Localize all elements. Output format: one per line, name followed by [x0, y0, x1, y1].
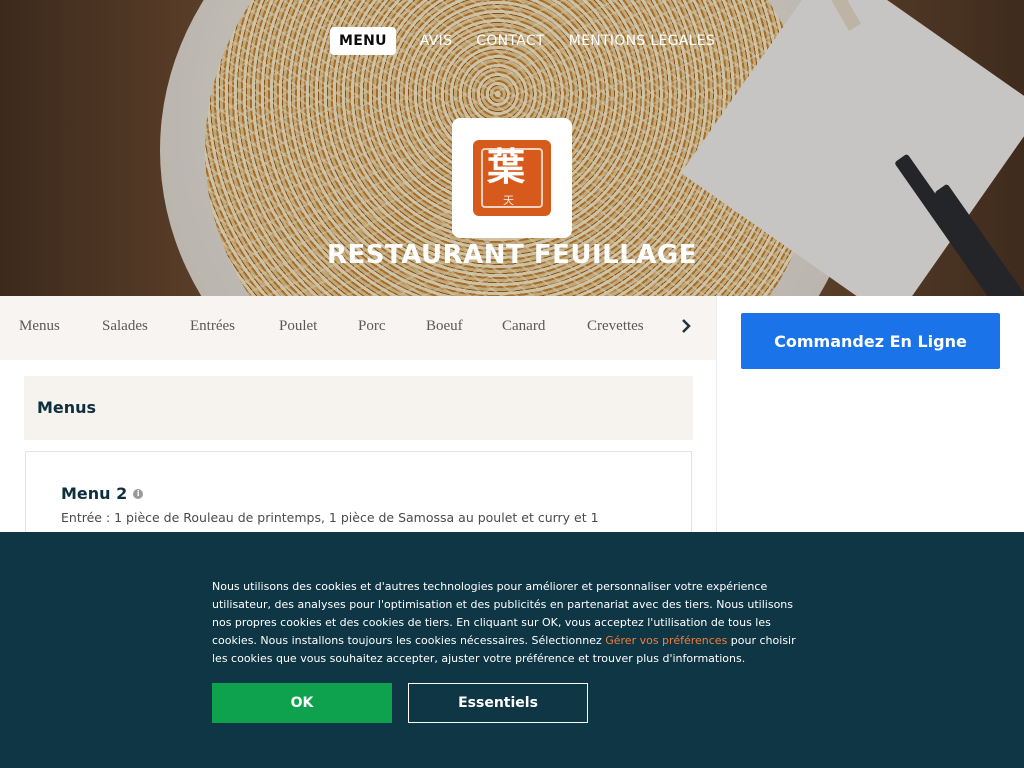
category-entrees[interactable]: Entrées: [190, 318, 235, 335]
section-header: Menus: [24, 376, 693, 440]
menu-item-title: Menu 2 i: [61, 484, 144, 503]
category-boeuf[interactable]: Boeuf: [426, 318, 463, 335]
section-title: Menus: [37, 398, 97, 417]
category-canard[interactable]: Canard: [502, 318, 545, 335]
nav-menu[interactable]: MENU: [330, 27, 396, 55]
restaurant-name: RESTAURANT FEUILLAGE: [326, 240, 697, 270]
top-navigation: MENU AVIS CONTACT MENTIONS LÉGALES: [330, 27, 739, 55]
category-salades[interactable]: Salades: [102, 318, 148, 335]
info-icon[interactable]: i: [133, 488, 144, 499]
restaurant-logo: 葉 天: [452, 118, 572, 238]
chevron-right-icon[interactable]: [676, 314, 696, 338]
nav-avis[interactable]: AVIS: [420, 33, 452, 49]
hero-banner: MENU AVIS CONTACT MENTIONS LÉGALES 葉 天 R…: [0, 0, 1024, 296]
category-poulet[interactable]: Poulet: [279, 318, 317, 335]
category-bar: Menus Salades Entrées Poulet Porc Boeuf …: [0, 296, 716, 360]
manage-preferences-link[interactable]: Gérer vos préférences: [605, 634, 727, 647]
menu-item-description: Entrée : 1 pièce de Rouleau de printemps…: [61, 510, 599, 525]
essential-cookies-button[interactable]: Essentiels: [408, 683, 588, 723]
nav-mentions-legales[interactable]: MENTIONS LÉGALES: [569, 33, 715, 49]
menu-item-name: Menu 2: [61, 484, 128, 503]
cookie-text: Nous utilisons des cookies et d'autres t…: [212, 578, 812, 668]
accept-cookies-button[interactable]: OK: [212, 683, 392, 723]
seal-logo-icon: 葉 天: [473, 140, 551, 216]
order-online-button[interactable]: Commandez En Ligne: [741, 313, 1000, 369]
category-porc[interactable]: Porc: [358, 318, 386, 335]
nav-contact[interactable]: CONTACT: [476, 33, 545, 49]
category-crevettes[interactable]: Crevettes: [587, 318, 644, 335]
cookie-banner: Nous utilisons des cookies et d'autres t…: [0, 532, 1024, 768]
category-menus[interactable]: Menus: [19, 318, 60, 335]
